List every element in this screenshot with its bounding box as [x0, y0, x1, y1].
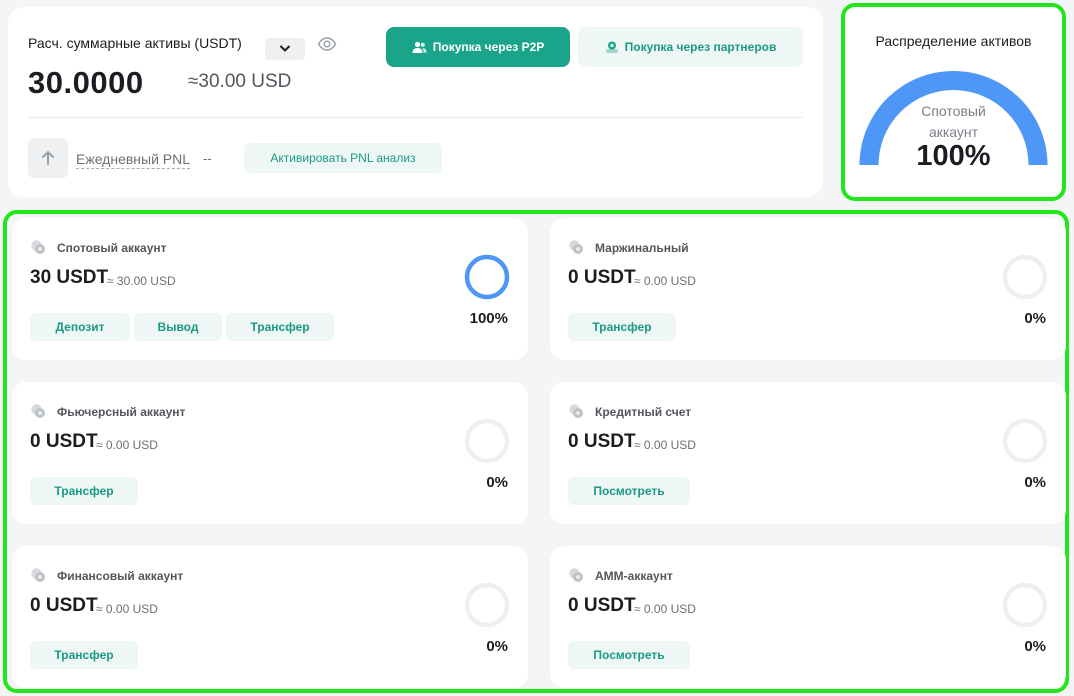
account-action-button[interactable]: Трансфер: [568, 313, 676, 341]
account-actions: Посмотреть: [568, 477, 690, 505]
account-balance: 0 USDT: [30, 595, 98, 616]
account-action-button[interactable]: Трансфер: [30, 477, 138, 505]
buy-partner-button[interactable]: Покупка через партнеров: [578, 27, 803, 67]
users-icon: [412, 41, 427, 53]
account-name: Финансовый аккаунт: [57, 569, 184, 583]
total-assets-card: Расч. суммарные активы (USDT) 30.0000 ≈3…: [8, 7, 823, 197]
account-action-button[interactable]: Посмотреть: [568, 477, 690, 505]
account-name: Фьючерсный аккаунт: [57, 405, 186, 419]
account-usd: ≈ 0.00 USD: [96, 602, 158, 616]
account-name: АММ-аккаунт: [595, 569, 673, 583]
account-card: АММ-аккаунт 0 USDT ≈ 0.00 USD Посмотреть…: [550, 546, 1066, 688]
currency-dropdown[interactable]: [265, 38, 305, 60]
account-card: Фьючерсный аккаунт 0 USDT ≈ 0.00 USD Тра…: [12, 382, 528, 524]
account-action-button[interactable]: Депозит: [30, 313, 130, 341]
gauge-label-line1: Спотовый: [921, 103, 986, 119]
account-percent: 0%: [486, 474, 508, 491]
total-assets-label: Расч. суммарные активы (USDT): [28, 35, 242, 51]
percent-icon: [569, 240, 583, 254]
account-card: Кредитный счет 0 USDT ≈ 0.00 USD Посмотр…: [550, 382, 1066, 524]
account-percent: 0%: [1024, 474, 1046, 491]
account-card: Финансовый аккаунт 0 USDT ≈ 0.00 USD Тра…: [12, 546, 528, 688]
account-actions: Трансфер: [30, 641, 138, 669]
daily-pnl-value: --: [203, 151, 212, 166]
account-card: Спотовый аккаунт 30 USDT ≈ 30.00 USD Деп…: [12, 218, 528, 360]
account-share-ring: [464, 254, 510, 300]
account-action-button[interactable]: Трансфер: [226, 313, 334, 341]
account-usd: ≈ 0.00 USD: [634, 602, 696, 616]
asset-distribution-card: Распределение активов Спотовый аккаунт 1…: [841, 3, 1066, 201]
buy-p2p-label: Покупка через P2P: [432, 40, 545, 54]
account-share-ring: [1002, 254, 1048, 300]
account-percent: 0%: [486, 638, 508, 655]
account-actions: Посмотреть: [568, 641, 690, 669]
account-actions: Депозит Вывод Трансфер: [30, 313, 334, 341]
account-name: Маржинальный: [595, 241, 689, 255]
credit-icon: [569, 404, 583, 418]
account-name: Кредитный счет: [595, 405, 692, 419]
account-balance: 0 USDT: [568, 595, 636, 616]
account-share-ring: [464, 582, 510, 628]
buy-partner-label: Покупка через партнеров: [624, 40, 777, 54]
document-icon: [31, 404, 45, 418]
account-balance: 0 USDT: [568, 267, 636, 288]
account-share-ring: [1002, 582, 1048, 628]
coins-icon: [31, 240, 45, 254]
account-percent: 0%: [1024, 310, 1046, 327]
gauge-percent: 100%: [916, 140, 991, 172]
eye-icon[interactable]: [317, 34, 337, 54]
account-action-button[interactable]: Вывод: [134, 313, 222, 341]
chevron-down-icon: [280, 45, 290, 52]
account-percent: 0%: [1024, 638, 1046, 655]
account-share-ring: [1002, 418, 1048, 464]
activate-pnl-button[interactable]: Активировать PNL анализ: [244, 143, 442, 173]
user-icon: [31, 568, 45, 582]
account-share-ring: [464, 418, 510, 464]
total-assets-usd: ≈30.00 USD: [188, 71, 292, 92]
gauge-label: Спотовый аккаунт: [845, 101, 1062, 143]
partner-icon: [605, 41, 618, 53]
arrow-up-icon: [42, 151, 54, 165]
account-action-button[interactable]: Трансфер: [30, 641, 138, 669]
account-name: Спотовый аккаунт: [57, 241, 167, 255]
pnl-arrow-badge: [28, 138, 68, 178]
accounts-panel: Спотовый аккаунт 30 USDT ≈ 30.00 USD Деп…: [3, 210, 1069, 693]
distribution-title: Распределение активов: [875, 33, 1032, 49]
account-actions: Трансфер: [30, 477, 138, 505]
total-assets-value: 30.0000: [28, 65, 144, 100]
account-actions: Трансфер: [568, 313, 676, 341]
account-balance: 30 USDT: [30, 267, 109, 288]
account-usd: ≈ 0.00 USD: [634, 274, 696, 288]
divider: [28, 117, 803, 118]
account-action-button[interactable]: Посмотреть: [568, 641, 690, 669]
buy-p2p-button[interactable]: Покупка через P2P: [386, 27, 570, 67]
account-usd: ≈ 0.00 USD: [96, 438, 158, 452]
account-card: Маржинальный 0 USDT ≈ 0.00 USD Трансфер …: [550, 218, 1066, 360]
account-balance: 0 USDT: [30, 431, 98, 452]
account-percent: 100%: [469, 310, 508, 327]
daily-pnl-label[interactable]: Ежедневный PNL: [76, 151, 191, 169]
monitor-icon: [569, 568, 583, 582]
account-usd: ≈ 30.00 USD: [107, 274, 176, 288]
account-balance: 0 USDT: [568, 431, 636, 452]
account-usd: ≈ 0.00 USD: [634, 438, 696, 452]
